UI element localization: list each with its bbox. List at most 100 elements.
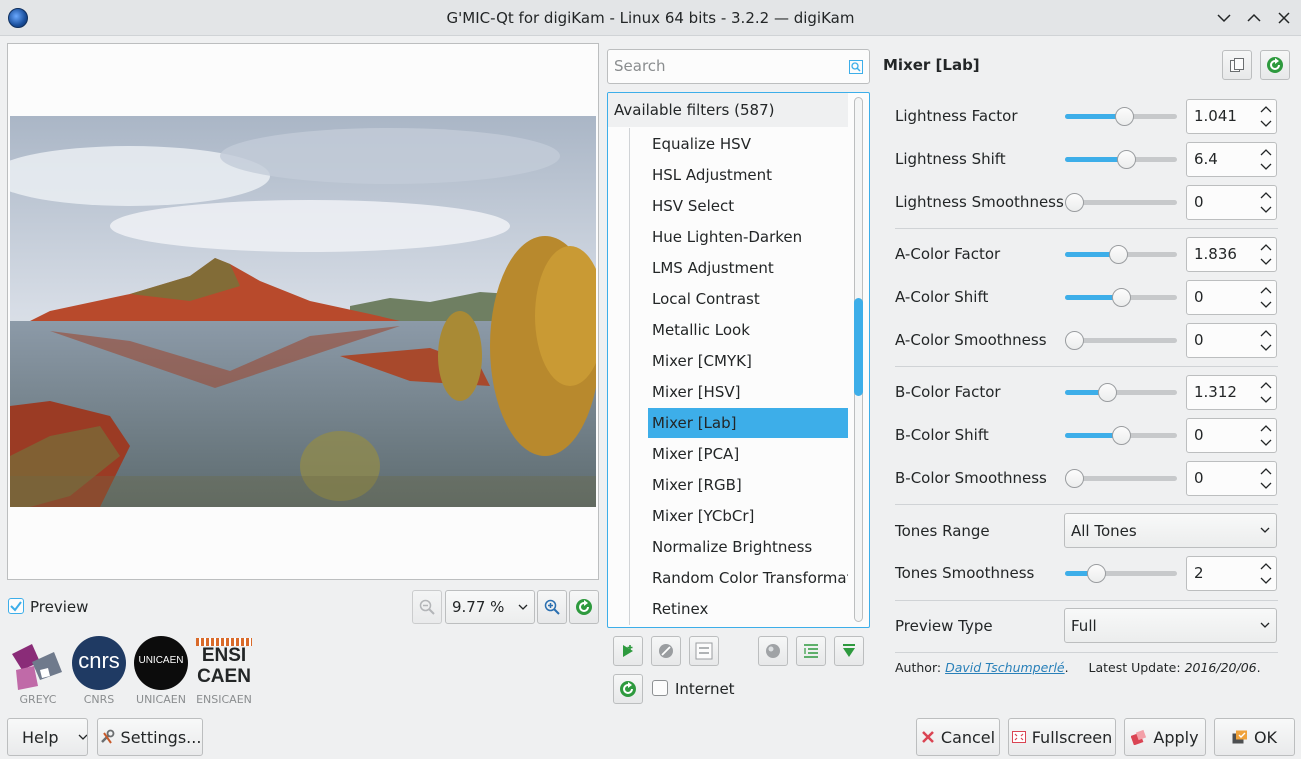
tones-range-select[interactable]: All Tones: [1064, 513, 1277, 548]
slider-handle[interactable]: [1115, 107, 1134, 126]
filter-tree-header: Available filters (587): [608, 93, 848, 127]
search-placeholder: Search: [614, 57, 666, 75]
update-filters-button[interactable]: [613, 674, 643, 704]
toggle-visibility-button[interactable]: [758, 636, 788, 666]
slider-handle[interactable]: [1117, 150, 1136, 169]
param-spinbox[interactable]: 0: [1186, 185, 1277, 220]
slider-handle[interactable]: [1112, 426, 1131, 445]
download-filters-button[interactable]: [834, 636, 864, 666]
preview-checkbox[interactable]: [8, 598, 24, 614]
param-spinbox[interactable]: 0: [1186, 323, 1277, 358]
zoom-out-icon: [419, 599, 435, 615]
filter-item[interactable]: Mixer [CMYK]: [648, 346, 848, 376]
slider-handle[interactable]: [1098, 383, 1117, 402]
filter-item[interactable]: Mixer [RGB]: [648, 470, 848, 500]
param-spinbox[interactable]: 0: [1186, 280, 1277, 315]
tones-range-label: Tones Range: [895, 522, 990, 540]
filter-scrollbar-thumb[interactable]: [854, 298, 863, 396]
filter-author-line: Author: David Tschumperlé. Latest Update…: [895, 660, 1261, 675]
spin-arrows-icon[interactable]: [1258, 188, 1274, 217]
param-value: 1.041: [1194, 107, 1237, 125]
param-spinbox[interactable]: 6.4: [1186, 142, 1277, 177]
expand-collapse-button[interactable]: [796, 636, 826, 666]
param-value: 2: [1194, 564, 1204, 582]
ensicaen-logo-text1: ENSI: [201, 645, 247, 666]
filter-item[interactable]: Local Contrast: [648, 284, 848, 314]
add-favorite-button[interactable]: [613, 636, 643, 666]
zoom-reset-button[interactable]: [569, 590, 599, 624]
slider-handle[interactable]: [1065, 331, 1084, 350]
settings-icon: [100, 729, 114, 744]
author-link[interactable]: David Tschumperlé: [945, 660, 1065, 675]
spin-arrows-icon[interactable]: [1258, 559, 1274, 588]
filter-item[interactable]: Retinex: [648, 594, 848, 624]
param-spinbox[interactable]: 2: [1186, 556, 1277, 591]
filter-item[interactable]: Metallic Look: [648, 315, 848, 345]
spin-arrows-icon[interactable]: [1258, 102, 1274, 131]
settings-button[interactable]: Settings...: [97, 718, 203, 756]
param-label: B-Color Factor: [895, 383, 1001, 401]
fullscreen-button[interactable]: Fullscreen: [1008, 718, 1116, 756]
param-label: Lightness Shift: [895, 150, 1006, 168]
param-slider[interactable]: [1065, 390, 1177, 395]
filter-item[interactable]: HSL Adjustment: [648, 160, 848, 190]
spin-arrows-icon[interactable]: [1258, 421, 1274, 450]
preview-type-select[interactable]: Full: [1064, 608, 1277, 643]
spin-arrows-icon[interactable]: [1258, 464, 1274, 493]
filter-item[interactable]: Mixer [PCA]: [648, 439, 848, 469]
param-slider[interactable]: [1065, 571, 1177, 576]
ok-button[interactable]: OK: [1214, 718, 1295, 756]
reset-params-button[interactable]: [1260, 50, 1290, 80]
slider-handle[interactable]: [1109, 245, 1128, 264]
copy-command-button[interactable]: [1222, 50, 1252, 80]
slider-handle[interactable]: [1087, 564, 1106, 583]
param-spinbox[interactable]: 1.312: [1186, 375, 1277, 410]
minimize-icon[interactable]: [1214, 8, 1234, 28]
spin-arrows-icon[interactable]: [1258, 326, 1274, 355]
filter-item[interactable]: LMS Adjustment: [648, 253, 848, 283]
slider-handle[interactable]: [1065, 469, 1084, 488]
filter-item[interactable]: Normalize Brightness: [648, 532, 848, 562]
apply-button[interactable]: Apply: [1124, 718, 1206, 756]
spin-arrows-icon[interactable]: [1258, 145, 1274, 174]
close-icon[interactable]: [1274, 8, 1294, 28]
cancel-button[interactable]: Cancel: [916, 718, 1000, 756]
zoom-out-button[interactable]: [412, 590, 442, 624]
ok-icon: [1232, 730, 1247, 744]
filter-item-selected[interactable]: Mixer [Lab]: [648, 408, 848, 438]
window-title: G'MIC-Qt for digiKam - Linux 64 bits - 3…: [446, 9, 855, 27]
apply-label: Apply: [1153, 727, 1199, 747]
param-spinbox[interactable]: 1.041: [1186, 99, 1277, 134]
zoom-combo[interactable]: 9.77 %: [445, 590, 535, 624]
maximize-icon[interactable]: [1244, 8, 1264, 28]
rename-favorite-button[interactable]: [689, 636, 719, 666]
fullscreen-icon: [1011, 731, 1026, 743]
copy-icon: [1230, 58, 1244, 72]
internet-checkbox[interactable]: [652, 680, 668, 696]
filter-item[interactable]: HSV Select: [648, 191, 848, 221]
filter-item[interactable]: Random Color Transformation: [648, 563, 848, 593]
param-spinbox[interactable]: 0: [1186, 418, 1277, 453]
remove-favorite-button[interactable]: [651, 636, 681, 666]
filter-item[interactable]: Equalize HSV: [648, 129, 848, 159]
remove-icon: [659, 644, 673, 658]
filter-item[interactable]: Mixer [HSV]: [648, 377, 848, 407]
spin-arrows-icon[interactable]: [1258, 378, 1274, 407]
zoom-in-button[interactable]: [537, 590, 567, 624]
help-button[interactable]: Help: [7, 718, 88, 756]
rename-icon: [695, 642, 713, 660]
filter-item[interactable]: Mixer [YCbCr]: [648, 501, 848, 531]
cnrs-logo-text: cnrs: [78, 648, 120, 673]
slider-handle[interactable]: [1065, 193, 1084, 212]
zoom-in-icon: [544, 599, 560, 615]
param-spinbox[interactable]: 0: [1186, 461, 1277, 496]
spin-arrows-icon[interactable]: [1258, 283, 1274, 312]
search-icon[interactable]: [849, 60, 863, 74]
param-label: A-Color Smoothness: [895, 331, 1047, 349]
param-spinbox[interactable]: 1.836: [1186, 237, 1277, 272]
slider-handle[interactable]: [1112, 288, 1131, 307]
spin-arrows-icon[interactable]: [1258, 240, 1274, 269]
author-prefix: Author:: [895, 660, 942, 675]
filter-item[interactable]: Hue Lighten-Darken: [648, 222, 848, 252]
search-input[interactable]: Search: [607, 49, 870, 84]
